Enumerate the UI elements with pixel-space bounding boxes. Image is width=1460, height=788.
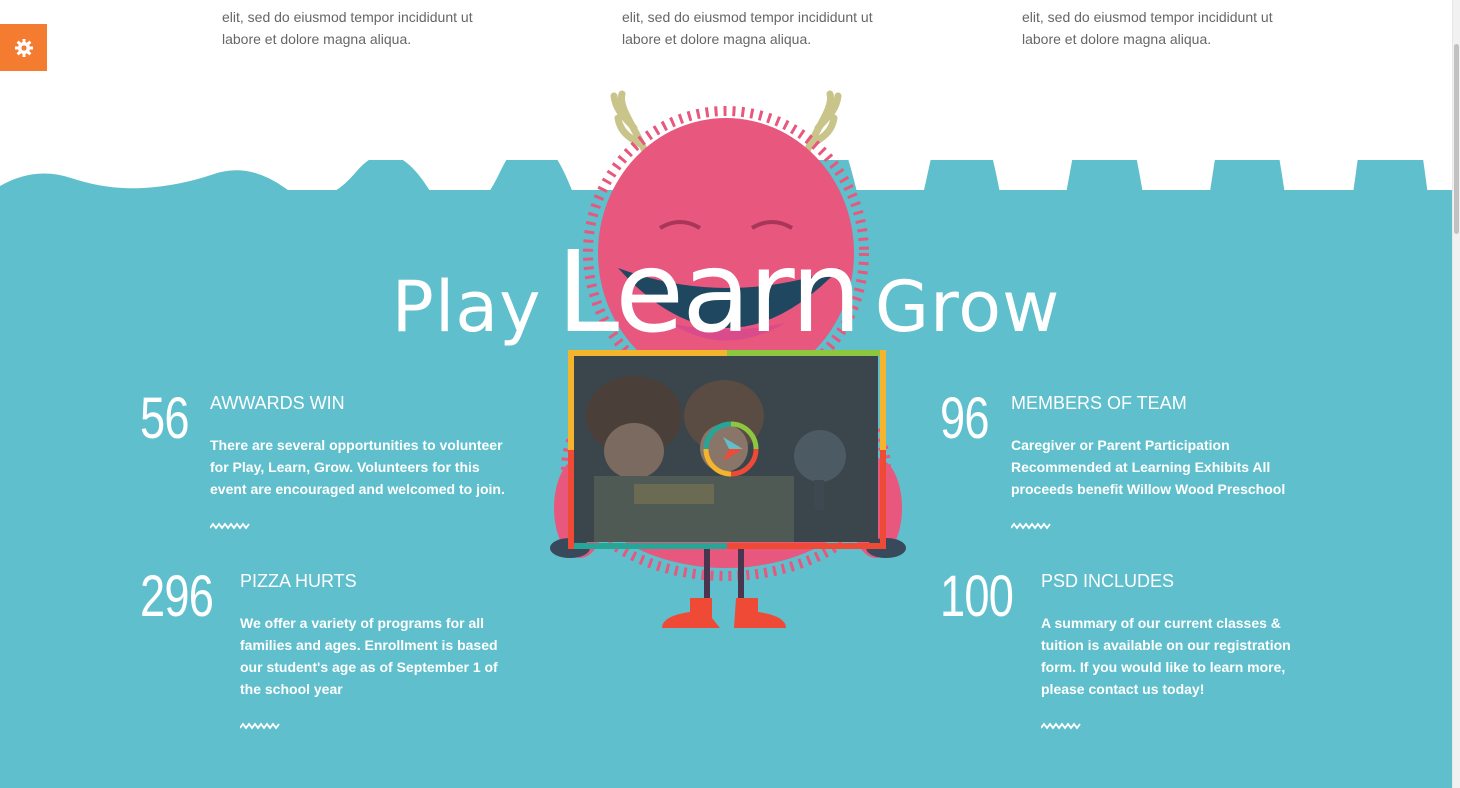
stat-number: 296	[140, 564, 214, 629]
headline-grow: Grow	[874, 266, 1061, 348]
zigzag-divider	[1011, 522, 1051, 530]
scrollbar[interactable]	[1452, 0, 1460, 788]
settings-button[interactable]	[0, 24, 47, 71]
stat-number: 100	[940, 564, 1014, 629]
stat-description: Caregiver or Parent Participation Recomm…	[1011, 437, 1286, 497]
video-thumbnail	[574, 356, 878, 542]
headline-learn: Learn	[556, 228, 862, 358]
feature-text-line: labore et dolore magna aliqua.	[1022, 31, 1212, 47]
feature-text-2: elit, sed do eiusmod tempor incididunt u…	[622, 6, 922, 50]
stat-description: We offer a variety of programs for all f…	[240, 615, 498, 697]
zigzag-divider	[1041, 722, 1081, 730]
play-icon[interactable]	[703, 421, 759, 477]
scrollbar-thumb[interactable]	[1454, 44, 1459, 234]
video-frame[interactable]	[568, 350, 886, 549]
stat-title: MEMBERS OF TEAM	[1011, 393, 1187, 413]
stat-description: A summary of our current classes & tuiti…	[1041, 615, 1291, 697]
feature-text-3: elit, sed do eiusmod tempor incididunt u…	[1022, 6, 1322, 50]
headline: Play Learn Grow	[0, 228, 1452, 358]
stat-title: PSD INCLUDES	[1041, 571, 1175, 591]
stat-number: 96	[940, 386, 990, 451]
feature-text-line: elit, sed do eiusmod tempor incididunt u…	[222, 9, 473, 25]
feature-text-line: labore et dolore magna aliqua.	[622, 31, 812, 47]
stat-title: AWWARDS WIN	[210, 393, 345, 413]
headline-play: Play	[391, 266, 542, 348]
feature-text-line: labore et dolore magna aliqua.	[222, 31, 412, 47]
zigzag-divider	[240, 722, 280, 730]
feature-text-line: elit, sed do eiusmod tempor incididunt u…	[1022, 9, 1273, 25]
stat-description: There are several opportunities to volun…	[210, 437, 505, 497]
gear-icon	[14, 38, 33, 57]
zigzag-divider	[210, 522, 250, 530]
stat-number: 56	[140, 386, 190, 451]
page: elit, sed do eiusmod tempor incididunt u…	[0, 0, 1452, 788]
feature-text-line: elit, sed do eiusmod tempor incididunt u…	[622, 9, 873, 25]
feature-text-1: elit, sed do eiusmod tempor incididunt u…	[222, 6, 522, 50]
stat-title: PIZZA HURTS	[240, 571, 357, 591]
